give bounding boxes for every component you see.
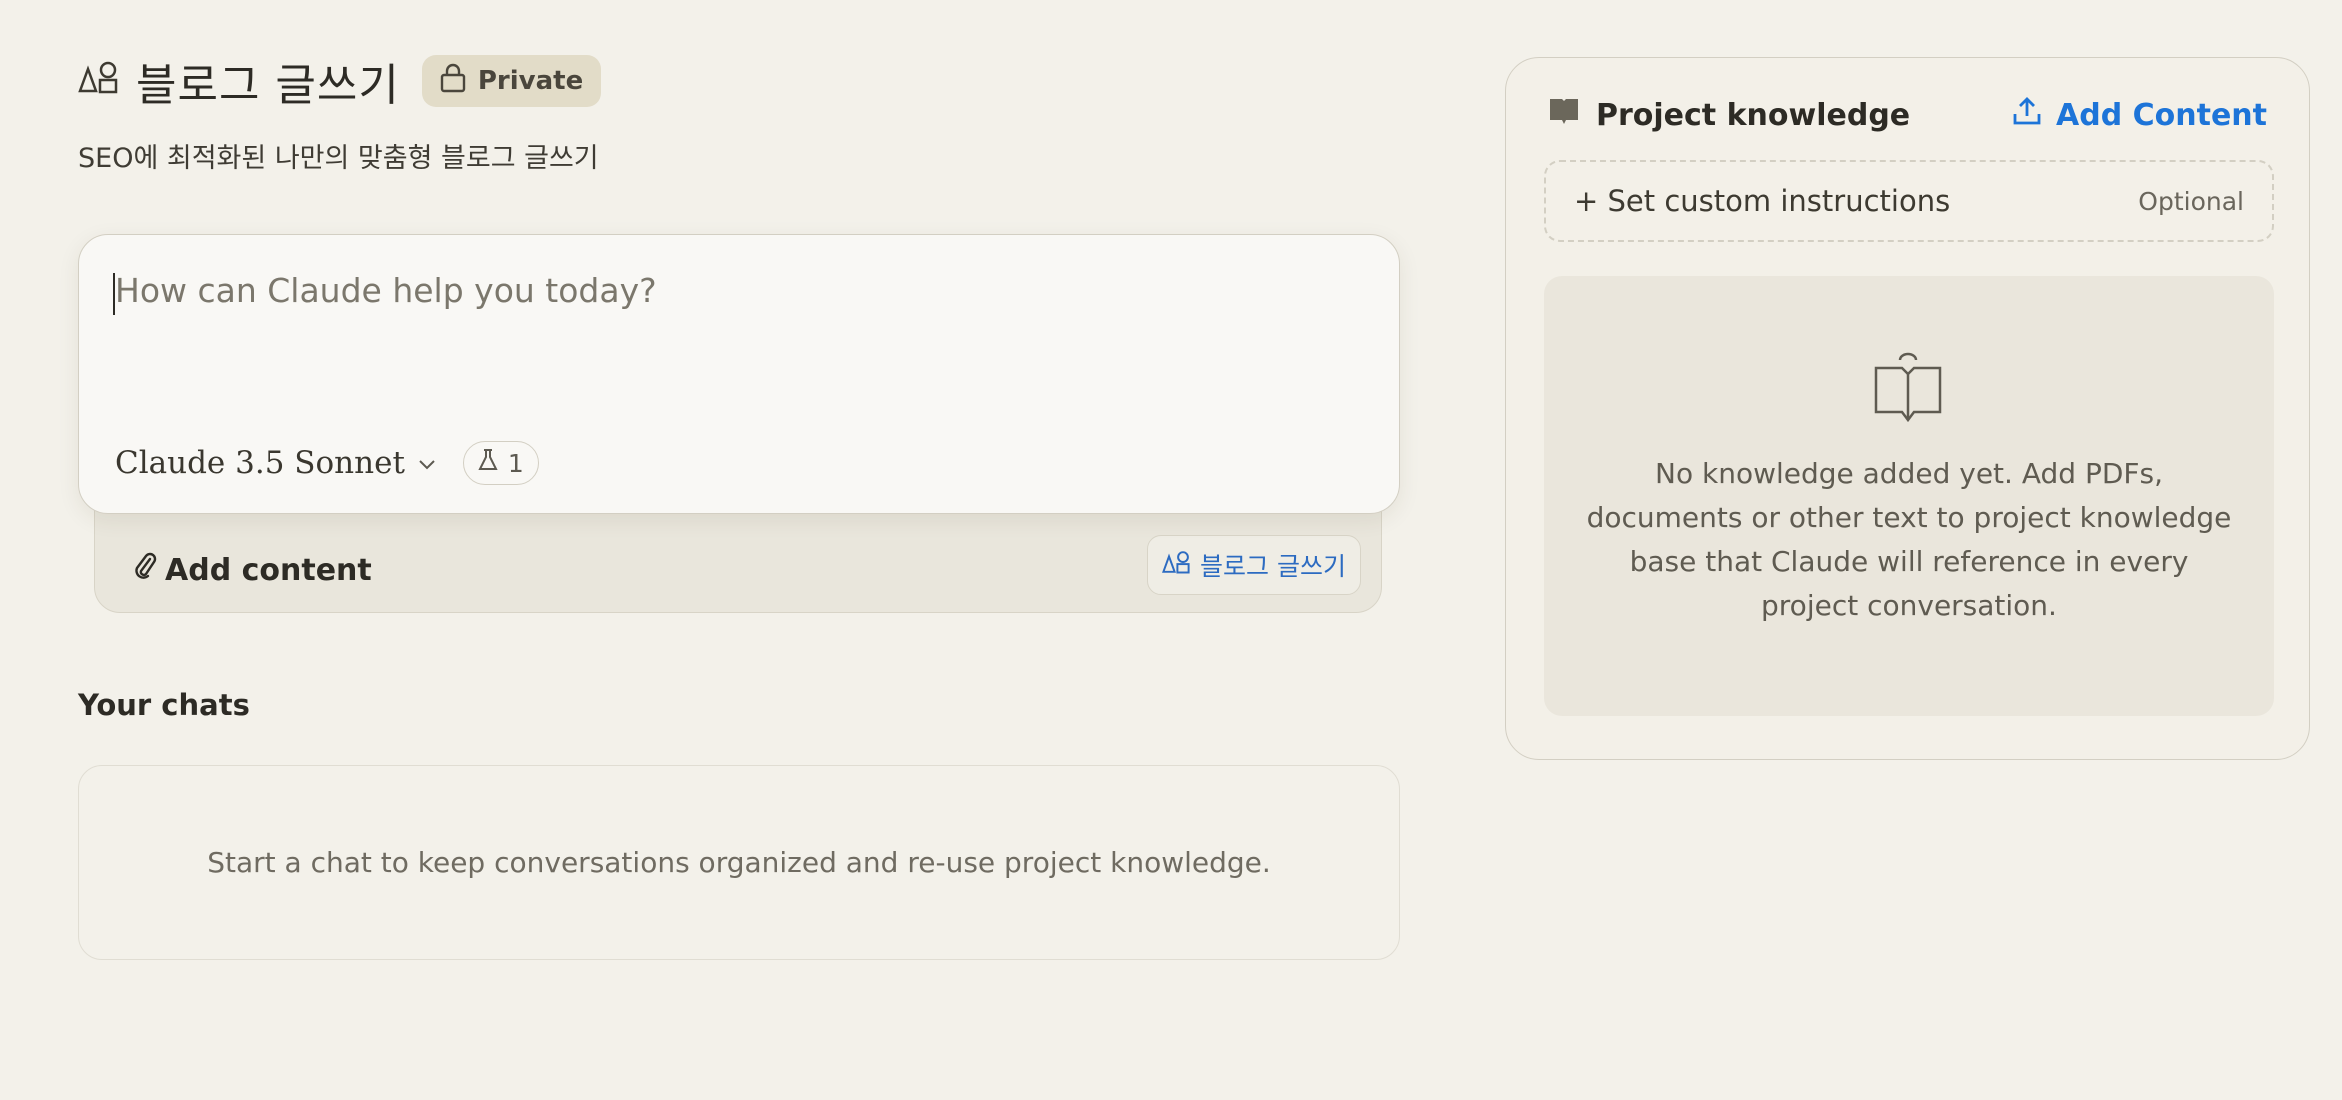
panel-title-label: Project knowledge xyxy=(1596,97,1911,133)
model-selector[interactable]: Claude 3.5 Sonnet xyxy=(115,445,437,481)
project-chip[interactable]: 블로그 글쓰기 xyxy=(1147,535,1361,595)
chat-input[interactable]: How can Claude help you today? xyxy=(115,271,657,310)
add-content-link-label: Add Content xyxy=(2056,97,2267,133)
custom-instructions-label: + Set custom instructions xyxy=(1574,184,1951,218)
set-custom-instructions-button[interactable]: + Set custom instructions Optional xyxy=(1544,160,2274,242)
chevron-down-icon xyxy=(417,451,437,476)
project-header: 블로그 글쓰기 Private xyxy=(78,50,602,112)
knowledge-empty-message: No knowledge added yet. Add PDFs, docume… xyxy=(1586,457,2232,622)
project-description: SEO에 최적화된 나만의 맞춤형 블로그 글쓰기 xyxy=(78,143,599,174)
open-book-icon xyxy=(1872,352,1944,428)
panel-header: Project knowledge Add Content xyxy=(1548,96,2267,134)
project-shapes-icon xyxy=(1162,549,1190,581)
project-shapes-icon xyxy=(78,59,118,104)
lock-icon xyxy=(440,63,466,100)
feature-count: 1 xyxy=(507,448,524,478)
upload-icon xyxy=(2012,96,2042,134)
project-chip-label: 블로그 글쓰기 xyxy=(1200,552,1346,581)
chat-input-card[interactable]: How can Claude help you today? Claude 3.… xyxy=(78,234,1400,514)
paperclip-icon xyxy=(133,551,157,589)
chats-empty-state: Start a chat to keep conversations organ… xyxy=(78,765,1400,960)
book-filled-icon xyxy=(1548,96,1580,134)
optional-hint: Optional xyxy=(2138,186,2244,216)
flask-icon xyxy=(478,448,498,478)
knowledge-empty-state: No knowledge added yet. Add PDFs, docume… xyxy=(1544,276,2274,716)
model-name: Claude 3.5 Sonnet xyxy=(115,445,405,481)
panel-title: Project knowledge xyxy=(1548,96,1910,134)
add-content-link[interactable]: Add Content xyxy=(2012,96,2267,134)
add-content-label: Add content xyxy=(165,552,372,588)
feature-chip[interactable]: 1 xyxy=(462,441,539,485)
private-badge[interactable]: Private xyxy=(421,55,602,107)
private-badge-label: Private xyxy=(477,66,584,96)
add-content-button[interactable]: Add content xyxy=(133,551,372,589)
model-row: Claude 3.5 Sonnet 1 xyxy=(115,441,539,485)
your-chats-heading: Your chats xyxy=(78,688,250,722)
page-title: 블로그 글쓰기 xyxy=(136,60,400,111)
chats-empty-message: Start a chat to keep conversations organ… xyxy=(207,846,1271,879)
project-knowledge-panel: Project knowledge Add Content + Set cust… xyxy=(1505,57,2310,760)
